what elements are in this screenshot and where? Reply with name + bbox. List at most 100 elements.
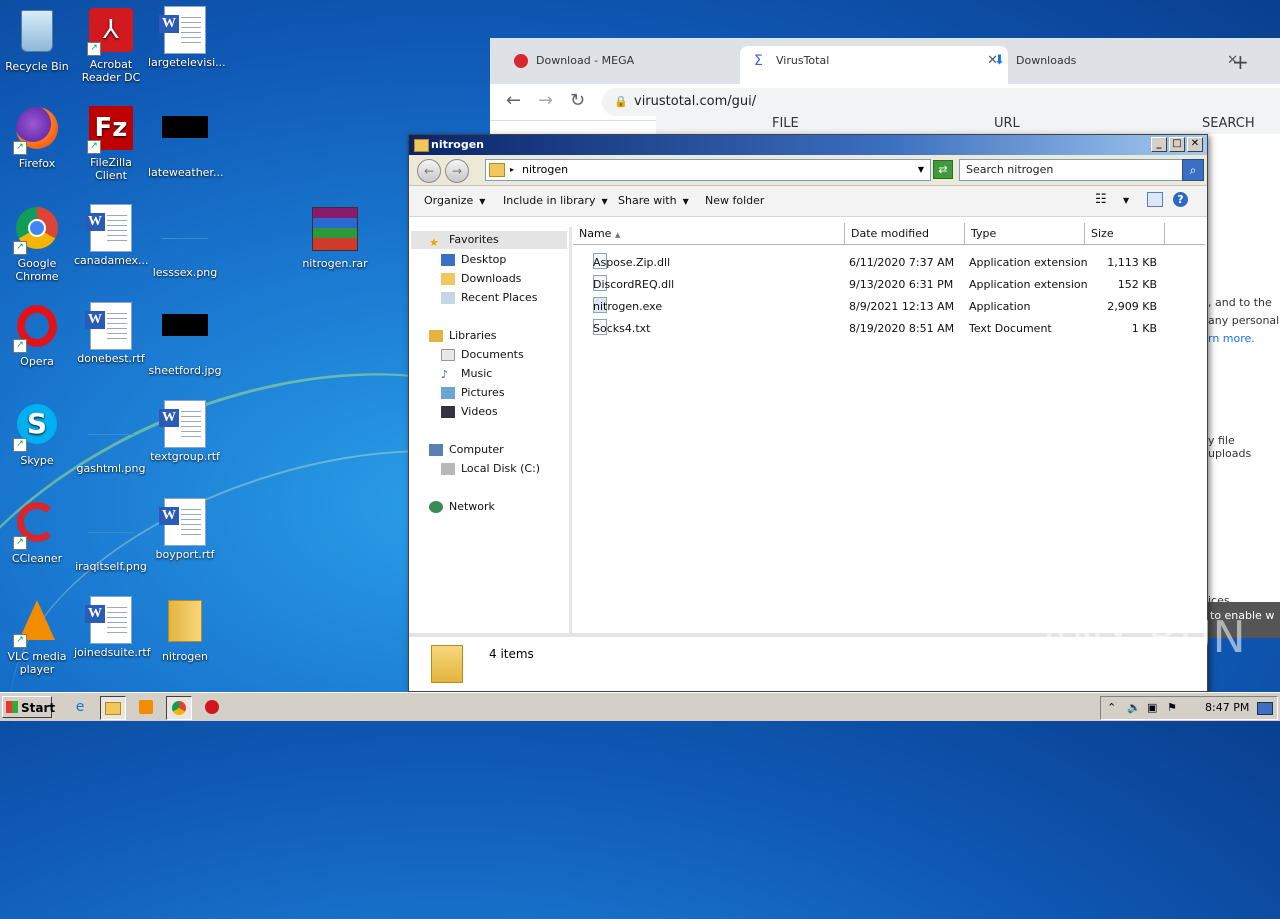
- desktop-icon-nitrogen-rar[interactable]: nitrogen.rar: [298, 204, 372, 270]
- icon-label: sheetford.jpg: [148, 364, 222, 377]
- pictures-icon: [441, 387, 455, 399]
- download-icon: ⬇: [994, 53, 1005, 68]
- desktop-icon-sheetford[interactable]: sheetford.jpg: [148, 302, 222, 377]
- desktop-icon-iraqitself[interactable]: iraqitself.png: [74, 498, 148, 573]
- desktop-icon-ccleaner[interactable]: ↗ CCleaner: [0, 498, 74, 565]
- nav-computer[interactable]: Computer: [429, 443, 504, 456]
- desktop-icon-lesssex[interactable]: lesssex.png: [148, 204, 222, 279]
- desktop-icon-donebest[interactable]: W donebest.rtf: [74, 302, 148, 365]
- nav-documents[interactable]: Documents: [441, 348, 524, 361]
- desktop-icon-filezilla[interactable]: Fz ↗ FileZilla Client: [74, 104, 148, 182]
- media-player-icon[interactable]: [134, 696, 158, 718]
- tab-mega[interactable]: Download - MEGA ✕: [500, 46, 766, 84]
- desktop-icon-acrobat[interactable]: ⅄ ↗ Acrobat Reader DC: [74, 6, 148, 84]
- icon-label: Recycle Bin: [5, 60, 69, 73]
- column-date-modified[interactable]: Date modified: [845, 223, 965, 245]
- show-desktop-icon[interactable]: [1257, 702, 1273, 715]
- nav-network[interactable]: Network: [429, 500, 495, 513]
- column-type[interactable]: Type: [965, 223, 1085, 245]
- nav-search[interactable]: SEARCH: [1202, 116, 1255, 131]
- new-tab-icon[interactable]: +: [1232, 50, 1249, 74]
- nav-downloads[interactable]: Downloads: [441, 272, 521, 285]
- desktop-icon-vlc[interactable]: ↗ VLC media player: [0, 596, 74, 676]
- desktop-icon-canadamex[interactable]: W canadamex...: [74, 204, 149, 267]
- forward-button[interactable]: →: [445, 159, 469, 183]
- organize-button[interactable]: Organize ▼: [424, 194, 485, 207]
- image-thumbnail-icon: [161, 116, 209, 164]
- chevron-right-icon[interactable]: ▸: [510, 160, 514, 180]
- column-name[interactable]: Name ▲: [573, 223, 845, 245]
- desktop-icon-recycle-bin[interactable]: Recycle Bin: [0, 6, 74, 73]
- tab-virustotal[interactable]: Σ VirusTotal ✕: [740, 46, 1008, 84]
- tab-strip: Download - MEGA ✕ Σ VirusTotal ✕ ⬇ Downl…: [490, 38, 1280, 84]
- window-title: nitrogen: [431, 138, 485, 151]
- back-button[interactable]: ←: [417, 159, 441, 183]
- desktop-icon-firefox[interactable]: ↗ Firefox: [0, 104, 74, 170]
- refresh-icon[interactable]: ⇄: [933, 160, 953, 179]
- tab-downloads[interactable]: ⬇ Downloads ✕: [980, 46, 1248, 84]
- nav-recent-places[interactable]: Recent Places: [441, 291, 538, 304]
- view-options-icon[interactable]: ☷: [1095, 192, 1107, 207]
- nav-videos[interactable]: Videos: [441, 405, 498, 418]
- maximize-button[interactable]: □: [1169, 137, 1185, 152]
- nav-favorites[interactable]: ★ Favorites: [411, 231, 567, 249]
- table-row[interactable]: Socks4.txt 8/19/2020 8:51 AM Text Docume…: [573, 319, 1207, 339]
- table-row[interactable]: Aspose.Zip.dll 6/11/2020 7:37 AM Applica…: [573, 253, 1207, 273]
- show-hidden-icons-icon[interactable]: ⌃: [1107, 697, 1116, 719]
- nav-url[interactable]: URL: [994, 116, 1020, 131]
- include-in-library-button[interactable]: Include in library ▼: [503, 194, 608, 207]
- search-icon[interactable]: ⌕: [1182, 159, 1204, 181]
- back-icon[interactable]: ←: [506, 90, 521, 111]
- nav-music[interactable]: ♪ Music: [441, 367, 492, 381]
- address-field[interactable]: ▸ nitrogen ▼: [485, 159, 931, 181]
- tab-label: Download - MEGA: [536, 54, 635, 67]
- minimize-button[interactable]: _: [1151, 137, 1167, 152]
- nav-file[interactable]: FILE: [772, 116, 799, 131]
- nav-pictures[interactable]: Pictures: [441, 386, 505, 399]
- anyrun-watermark: ANY RUN: [1040, 612, 1247, 663]
- new-folder-button[interactable]: New folder: [705, 194, 764, 207]
- file-date: 8/19/2020 8:51 AM: [849, 322, 955, 335]
- start-button[interactable]: Start: [2, 696, 55, 718]
- address-bar[interactable]: 🔒 virustotal.com/gui/: [602, 88, 1280, 116]
- volume-icon[interactable]: 🔈: [1127, 697, 1141, 719]
- flag-icon[interactable]: ⚑: [1167, 697, 1177, 719]
- help-icon[interactable]: ?: [1173, 192, 1188, 207]
- nav-local-disk[interactable]: Local Disk (C:): [441, 462, 540, 475]
- nav-desktop[interactable]: Desktop: [441, 253, 506, 266]
- desktop-icon-gashtml[interactable]: gashtml.png: [74, 400, 148, 475]
- word-doc-icon: W: [85, 596, 135, 644]
- chevron-down-icon[interactable]: ▼: [1123, 196, 1129, 205]
- explorer-taskbar-icon[interactable]: [100, 696, 126, 720]
- desktop-icon-largetelevisi[interactable]: W largetelevisi...: [148, 6, 226, 69]
- preview-pane-icon[interactable]: [1147, 192, 1163, 207]
- internet-explorer-icon[interactable]: e: [68, 696, 92, 718]
- icon-label: nitrogen.rar: [302, 257, 368, 270]
- share-with-button[interactable]: Share with ▼: [618, 194, 689, 207]
- search-input[interactable]: Search nitrogen: [959, 159, 1187, 181]
- forward-icon[interactable]: →: [538, 90, 553, 111]
- desktop-icon-boyport[interactable]: W boyport.rtf: [148, 498, 222, 561]
- desktop-icon-joinedsuite[interactable]: W joinedsuite.rtf: [74, 596, 151, 659]
- explorer-titlebar[interactable]: nitrogen _ □ ✕: [409, 135, 1207, 155]
- close-button[interactable]: ✕: [1187, 137, 1203, 152]
- desktop-icon-opera[interactable]: ↗ Opera: [0, 302, 74, 368]
- column-size[interactable]: Size: [1085, 223, 1165, 245]
- word-doc-icon: W: [159, 400, 209, 448]
- stop-sign-icon[interactable]: [200, 696, 224, 718]
- learn-more-link[interactable]: rn more.: [1208, 332, 1255, 345]
- nav-libraries[interactable]: Libraries: [429, 329, 497, 342]
- desktop-icon-textgroup[interactable]: W textgroup.rtf: [148, 400, 222, 463]
- table-row[interactable]: nitrogen.exe 8/9/2021 12:13 AM Applicati…: [573, 297, 1207, 317]
- desktop-icon-skype[interactable]: S ↗ Skype: [0, 400, 74, 467]
- chrome-taskbar-icon[interactable]: [166, 696, 192, 720]
- reload-icon[interactable]: ↻: [570, 90, 585, 111]
- chevron-down-icon[interactable]: ▼: [918, 160, 924, 180]
- network-tray-icon[interactable]: ▣: [1147, 697, 1157, 719]
- address-text: nitrogen: [522, 163, 569, 176]
- desktop-icon-chrome[interactable]: ↗ Google Chrome: [0, 204, 74, 283]
- desktop-icon-nitrogen-folder[interactable]: nitrogen: [148, 596, 222, 663]
- clock[interactable]: 8:47 PM: [1205, 697, 1249, 719]
- table-row[interactable]: DiscordREQ.dll 9/13/2020 6:31 PM Applica…: [573, 275, 1207, 295]
- desktop-icon-lateweather[interactable]: lateweather...: [148, 104, 223, 179]
